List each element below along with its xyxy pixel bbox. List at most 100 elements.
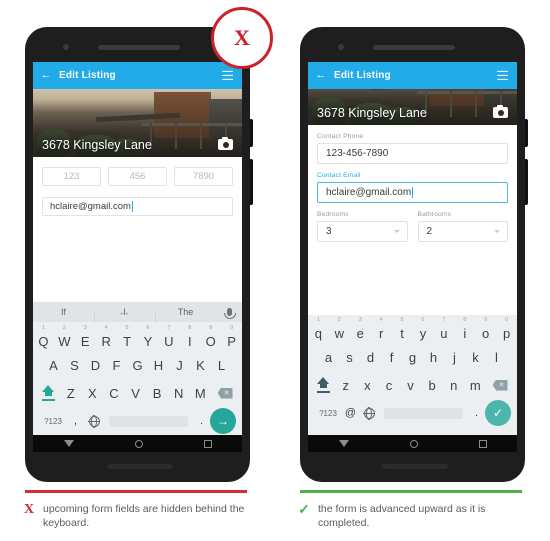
period-key[interactable]: . <box>468 407 485 419</box>
kb-right-key-z[interactable]: z <box>335 379 357 392</box>
camera-icon[interactable] <box>218 136 233 150</box>
on-screen-keyboard-left[interactable]: If I ••• The 1Q2W3E4R5T6Y7U8I9O0P ASDFGH… <box>33 302 242 435</box>
kb-left-key-C[interactable]: C <box>103 387 125 400</box>
symbols-key[interactable]: ?123 <box>39 417 67 426</box>
kb-left-key-L[interactable]: L <box>211 359 232 372</box>
kb-left-key-R[interactable]: 4R <box>96 325 117 348</box>
globe-language-icon[interactable] <box>359 407 379 419</box>
bedrooms-select[interactable]: 3 <box>317 221 408 242</box>
kb-left-key-O[interactable]: 9O <box>200 325 221 348</box>
kb-left-key-Y[interactable]: 6Y <box>138 325 159 348</box>
kb-left-key-U[interactable]: 7U <box>158 325 179 349</box>
bathrooms-select[interactable]: 2 <box>417 221 508 242</box>
kb-left-key-E[interactable]: 3E <box>75 325 96 348</box>
phone-part-3-input[interactable]: 7890 <box>174 167 233 186</box>
key-label: w <box>334 326 345 341</box>
hamburger-menu-icon[interactable] <box>497 68 508 82</box>
kb-left-key-W[interactable]: 2W <box>54 325 75 348</box>
kb-left-key-I[interactable]: 8I <box>179 325 200 348</box>
kb-left-key-H[interactable]: H <box>148 359 169 372</box>
kb-right-key-r[interactable]: 4r <box>371 317 392 340</box>
space-key[interactable] <box>384 407 463 419</box>
kb-right-key-g[interactable]: g <box>402 351 423 364</box>
kb-left-key-X[interactable]: X <box>82 387 104 400</box>
kb-right-key-d[interactable]: d <box>360 351 381 364</box>
kb-right-key-f[interactable]: f <box>381 351 402 364</box>
kb-left-key-T[interactable]: 5T <box>117 325 138 348</box>
at-key[interactable]: @ <box>342 407 359 419</box>
kb-right-key-j[interactable]: j <box>444 351 465 364</box>
nav-back-icon[interactable] <box>338 440 349 447</box>
backspace-key-icon[interactable]: ✕ <box>486 379 514 391</box>
on-screen-keyboard-right[interactable]: 1q2w3e4r5t6y7u8i9o0p asdfghjkl zxcvbnm ✕… <box>308 315 517 435</box>
kb-left-key-J[interactable]: J <box>169 359 190 372</box>
kb-right-key-s[interactable]: s <box>339 351 360 364</box>
kb-right-key-e[interactable]: 3e <box>350 317 371 340</box>
kb-right-key-y[interactable]: 6y <box>413 317 434 340</box>
kb-left-key-N[interactable]: N <box>168 387 190 400</box>
kb-right-key-x[interactable]: x <box>357 379 379 392</box>
kb-right-key-u[interactable]: 7u <box>433 317 454 340</box>
kb-left-key-Z[interactable]: Z <box>60 387 82 400</box>
kb-right-key-p[interactable]: 0p <box>496 317 517 340</box>
back-arrow-icon[interactable]: ← <box>308 70 334 81</box>
kb-right-key-o[interactable]: 9o <box>475 317 496 340</box>
kb-right-key-q[interactable]: 1q <box>308 317 329 340</box>
contact-phone-input[interactable]: 123-456-7890 <box>317 143 508 164</box>
shift-key-icon[interactable] <box>36 385 60 401</box>
kb-right-key-t[interactable]: 5t <box>392 317 413 340</box>
kb-left-key-F[interactable]: F <box>106 359 127 372</box>
nav-recents-icon[interactable] <box>478 439 487 448</box>
nav-home-icon[interactable] <box>134 439 143 448</box>
kb-right-key-l[interactable]: l <box>486 351 507 364</box>
suggestion-3[interactable]: The <box>155 307 216 323</box>
kb-right-key-h[interactable]: h <box>423 351 444 364</box>
suggestion-2[interactable]: I ••• <box>94 307 155 323</box>
shift-key-icon[interactable] <box>311 377 335 393</box>
hamburger-menu-icon[interactable] <box>222 68 233 82</box>
kb-left-key-B[interactable]: B <box>146 387 168 400</box>
kb-right-key-i[interactable]: 8i <box>454 317 475 340</box>
kb-right-key-m[interactable]: m <box>464 379 486 392</box>
kb-right-key-v[interactable]: v <box>400 379 422 392</box>
microphone-icon[interactable] <box>216 308 242 319</box>
nav-recents-icon[interactable] <box>203 439 212 448</box>
nav-home-icon[interactable] <box>409 439 418 448</box>
kb-right-key-n[interactable]: n <box>443 379 465 392</box>
nav-back-icon[interactable] <box>63 440 74 447</box>
text-caret <box>412 187 414 198</box>
front-camera-icon <box>63 44 69 50</box>
camera-icon[interactable] <box>493 104 508 118</box>
back-arrow-icon[interactable]: ← <box>33 70 59 81</box>
enter-arrow-icon[interactable]: → <box>210 408 236 434</box>
keyboard-row-1: 1q2w3e4r5t6y7u8i9o0p <box>308 315 517 343</box>
key-label: U <box>164 333 174 349</box>
kb-left-key-A[interactable]: A <box>43 359 64 372</box>
suggestion-1[interactable]: If <box>33 307 94 317</box>
period-key[interactable]: . <box>193 415 210 427</box>
kb-right-key-k[interactable]: k <box>465 351 486 364</box>
kb-left-key-S[interactable]: S <box>64 359 85 372</box>
kb-right-key-w[interactable]: 2w <box>329 317 350 341</box>
kb-left-key-Q[interactable]: 1Q <box>33 325 54 348</box>
kb-right-key-c[interactable]: c <box>378 379 400 392</box>
comma-key[interactable]: , <box>67 415 84 427</box>
contact-email-input[interactable]: hclaire@gmail.com <box>317 182 508 203</box>
enter-check-icon[interactable]: ✓ <box>485 400 511 426</box>
kb-left-key-V[interactable]: V <box>125 387 147 400</box>
backspace-key-icon[interactable]: ✕ <box>211 387 239 399</box>
kb-left-key-G[interactable]: G <box>127 359 148 372</box>
kb-right-key-a[interactable]: a <box>318 351 339 364</box>
key-number-hint: 1 <box>41 324 45 331</box>
space-key[interactable] <box>109 415 188 427</box>
kb-left-key-K[interactable]: K <box>190 359 211 372</box>
email-input[interactable]: hclaire@gmail.com <box>42 197 233 216</box>
symbols-key[interactable]: ?123 <box>314 409 342 418</box>
kb-left-key-P[interactable]: 0P <box>221 325 242 348</box>
kb-left-key-M[interactable]: M <box>189 387 211 400</box>
phone-part-1-input[interactable]: 123 <box>42 167 101 186</box>
globe-language-icon[interactable] <box>84 415 104 427</box>
phone-part-2-input[interactable]: 456 <box>108 167 167 186</box>
kb-right-key-b[interactable]: b <box>421 379 443 392</box>
kb-left-key-D[interactable]: D <box>85 359 106 372</box>
